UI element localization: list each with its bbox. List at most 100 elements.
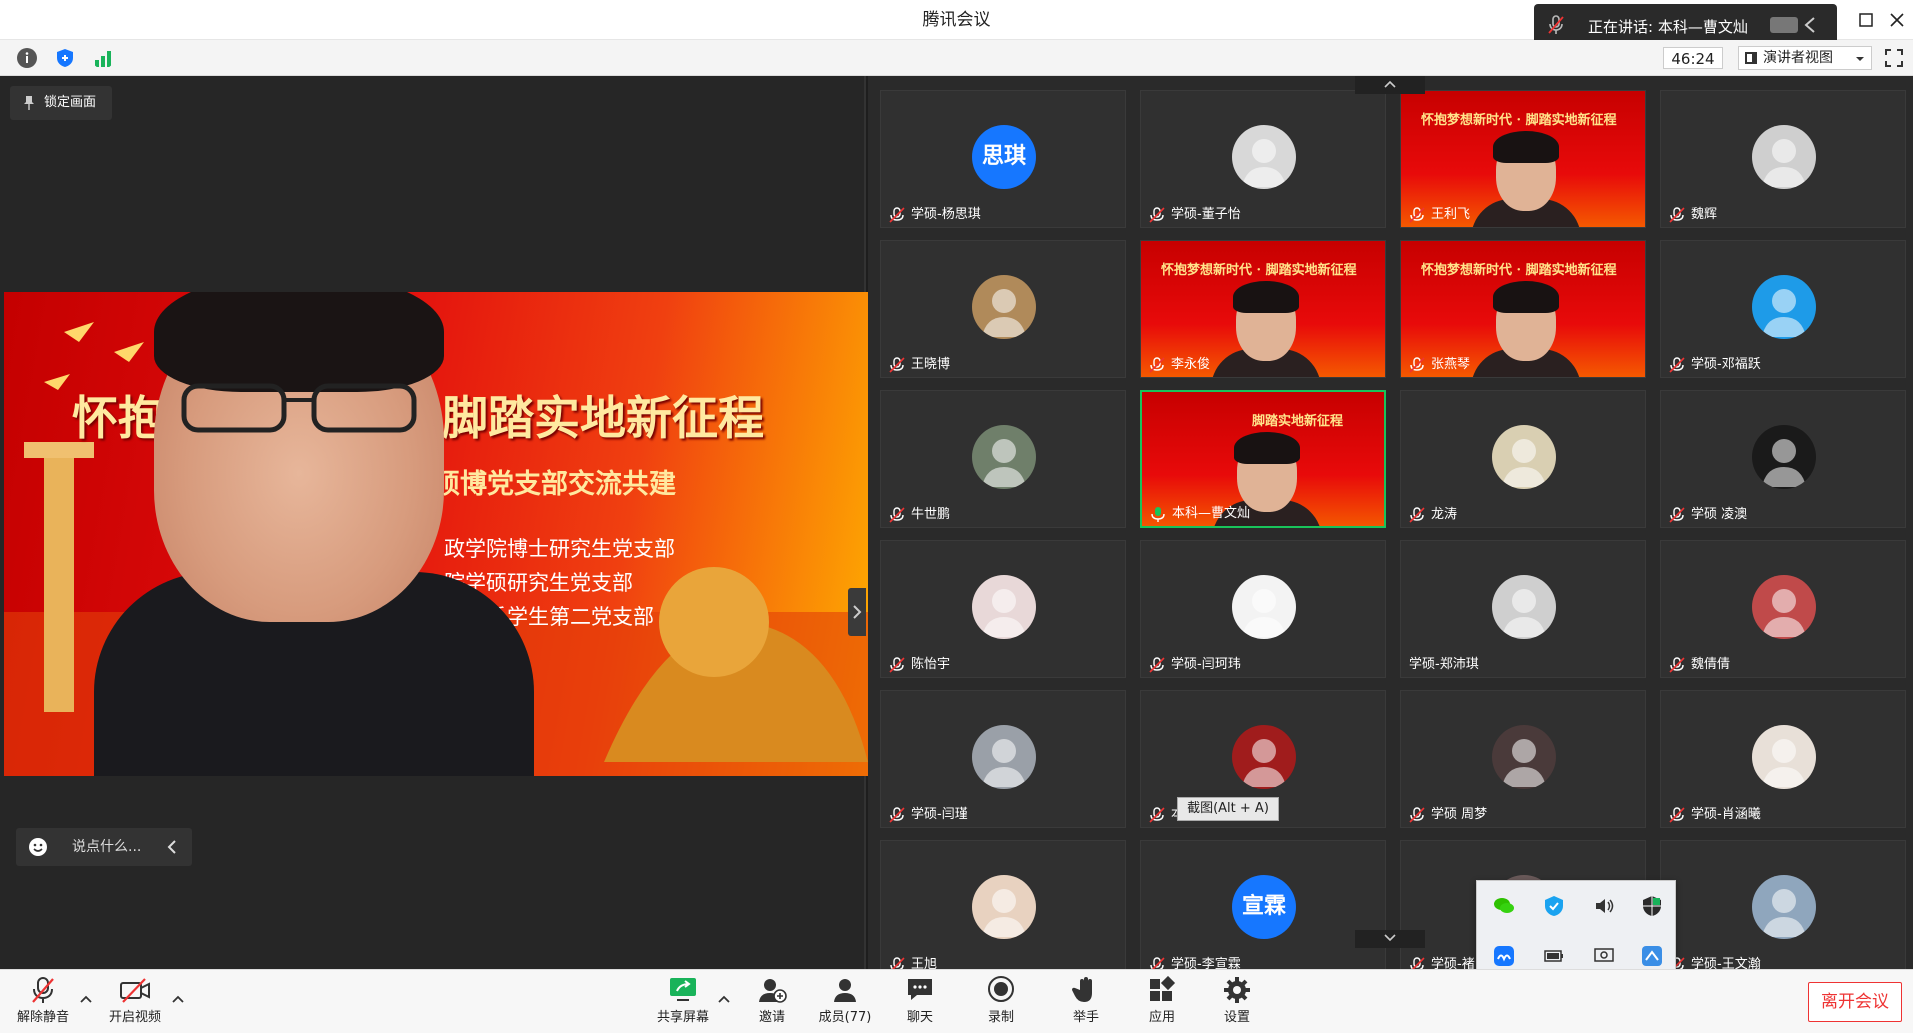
participant-tile[interactable]: 牛世鹏 [880, 390, 1126, 528]
participant-name-row: 学硕-董子怡 [1147, 205, 1241, 225]
grid-scroll-down-button[interactable] [1355, 930, 1425, 948]
participant-name: 学硕 凌澳 [1691, 507, 1748, 522]
leave-meeting-button[interactable]: 离开会议 [1808, 982, 1902, 1022]
defender-shield-icon[interactable] [1641, 895, 1663, 917]
main-speaker-view: 锁定画面 怀抱梦想新时代 · 脚踏实地新征程 ——题实践暨本硕博党支部交流共建 … [0, 76, 868, 969]
settings-button[interactable]: 设置 [1202, 976, 1272, 1030]
participant-tile[interactable]: 学硕-董子怡 [1140, 90, 1386, 228]
participant-tile[interactable]: 思琪 学硕-杨思琪 [880, 90, 1126, 228]
participant-tile[interactable]: 宣霖 学硕-李宣霖 [1140, 840, 1386, 978]
participant-tile[interactable]: 王晓博 [880, 240, 1126, 378]
video-options-caret[interactable] [172, 992, 184, 1008]
view-mode-label: 演讲者视图 [1763, 50, 1833, 66]
mic-muted-icon [889, 807, 905, 823]
chevron-up-icon [172, 995, 184, 1003]
close-button[interactable] [1886, 9, 1908, 31]
lock-view-button[interactable]: 锁定画面 [10, 86, 112, 120]
share-options-caret[interactable] [718, 992, 730, 1008]
raise-hand-button[interactable]: 举手 [1051, 976, 1121, 1030]
security-shield-icon[interactable] [54, 47, 76, 69]
display-settings-icon[interactable] [1593, 945, 1615, 967]
battery-icon[interactable] [1543, 945, 1565, 967]
invite-button[interactable]: 邀请 [737, 976, 807, 1030]
participant-name-row: 魏倩倩 [1667, 655, 1730, 675]
slide-caption: 怀抱梦想新时代 · 脚踏实地新征程 [1421, 113, 1617, 128]
speaking-label: 正在讲话: 本科—曹文灿 [1588, 18, 1748, 36]
participant-tile[interactable]: 学硕 凌澳 [1660, 390, 1906, 528]
participant-name: 学硕 周梦 [1431, 807, 1488, 822]
chat-input[interactable]: 说点什么... [16, 828, 192, 866]
start-video-button[interactable]: 开启视频 [100, 976, 170, 1030]
mic-muted-icon [1669, 657, 1685, 673]
participant-name: 学硕-杨思琪 [911, 207, 981, 222]
participant-name: 学硕-闫珂玮 [1171, 657, 1241, 672]
fullscreen-icon[interactable] [1884, 48, 1904, 68]
feishu-icon[interactable] [1641, 945, 1663, 967]
record-button[interactable]: 录制 [966, 976, 1036, 1030]
chat-button[interactable]: 聊天 [885, 976, 955, 1030]
participant-tile[interactable]: 魏倩倩 [1660, 540, 1906, 678]
participant-name-row: 学硕-郑沛琪 [1407, 655, 1479, 675]
network-signal-icon[interactable] [92, 47, 114, 69]
participant-tile[interactable]: 学硕-王文瀚 [1660, 840, 1906, 978]
tencent-meeting-icon[interactable] [1493, 945, 1515, 967]
share-screen-label: 共享屏幕 [656, 1010, 709, 1025]
avatar-person-icon [1242, 139, 1286, 187]
participant-avatar [972, 275, 1036, 339]
participant-tile[interactable]: 学硕-闫珂玮 [1140, 540, 1386, 678]
participant-avatar [1752, 425, 1816, 489]
members-button[interactable]: 成员(77) [810, 976, 880, 1030]
collapse-grid-button[interactable] [848, 588, 866, 636]
chat-icon [908, 979, 932, 1000]
mic-muted-icon [1149, 807, 1165, 823]
add-user-icon [759, 979, 787, 1003]
participant-tile[interactable]: 怀抱梦想新时代 · 脚踏实地新征程王利飞 [1400, 90, 1646, 228]
participant-tile[interactable]: 学硕-肖涵曦 [1660, 690, 1906, 828]
wechat-icon[interactable] [1493, 895, 1515, 917]
maximize-button[interactable] [1855, 9, 1877, 31]
participant-tile[interactable]: 学硕-闫瑾 [880, 690, 1126, 828]
grid-scroll-up-button[interactable] [1355, 76, 1425, 94]
mic-muted-icon [1149, 357, 1165, 373]
avatar-person-icon [982, 589, 1026, 637]
gear-icon [1224, 977, 1250, 1003]
participant-tile[interactable]: 魏辉 [1660, 90, 1906, 228]
slide-caption: 怀抱梦想新时代 · 脚踏实地新征程 [1421, 263, 1617, 278]
chevron-up-icon [1384, 80, 1396, 88]
participant-tile[interactable]: 学硕-郑沛琪 [1400, 540, 1646, 678]
emoji-icon[interactable] [28, 837, 48, 857]
mic-muted-icon [1409, 807, 1425, 823]
chat-label: 聊天 [906, 1010, 933, 1025]
mic-muted-icon [889, 207, 905, 223]
slide-caption: 怀抱梦想新时代 · 脚踏实地新征程 [1161, 263, 1357, 278]
chevron-left-icon[interactable] [166, 828, 178, 866]
participant-name-row: 王利飞 [1407, 205, 1470, 225]
apps-icon [1150, 976, 1176, 1001]
meeting-info-bar: 46:24 演讲者视图 [0, 40, 1913, 76]
participant-tile[interactable]: 脚踏实地新征程 本科—曹文灿 [1140, 390, 1386, 528]
participant-tile[interactable]: 怀抱梦想新时代 · 脚踏实地新征程 李永俊 [1140, 240, 1386, 378]
share-screen-button[interactable]: 共享屏幕 [648, 976, 718, 1030]
info-icon[interactable] [16, 47, 38, 69]
view-layout-icon [1745, 52, 1757, 64]
view-mode-select[interactable]: 演讲者视图 [1738, 46, 1872, 70]
participant-tile[interactable]: 陈怡宇 [880, 540, 1126, 678]
participant-tile[interactable]: 学硕-邓福跃 [1660, 240, 1906, 378]
mic-muted-icon [1409, 507, 1425, 523]
participant-tile[interactable]: 学硕 周梦 [1400, 690, 1646, 828]
audio-options-caret[interactable] [80, 992, 92, 1008]
participant-avatar [972, 725, 1036, 789]
apps-button[interactable]: 应用 [1127, 976, 1197, 1030]
participant-avatar: 宣霖 [1232, 875, 1296, 939]
participant-name: 学硕-郑沛琪 [1409, 657, 1479, 672]
participant-name-row: 学硕 周梦 [1407, 805, 1487, 825]
participant-name-row: 学硕-闫瑾 [887, 805, 968, 825]
participant-tile[interactable]: 龙涛 [1400, 390, 1646, 528]
close-icon [1890, 13, 1904, 27]
participant-avatar [1752, 875, 1816, 939]
participant-tile[interactable]: 怀抱梦想新时代 · 脚踏实地新征程 张燕琴 [1400, 240, 1646, 378]
participant-tile[interactable]: 王旭 [880, 840, 1126, 978]
security-app-icon[interactable] [1543, 895, 1565, 917]
volume-icon[interactable] [1593, 895, 1615, 917]
unmute-button[interactable]: 解除静音 [8, 976, 78, 1030]
